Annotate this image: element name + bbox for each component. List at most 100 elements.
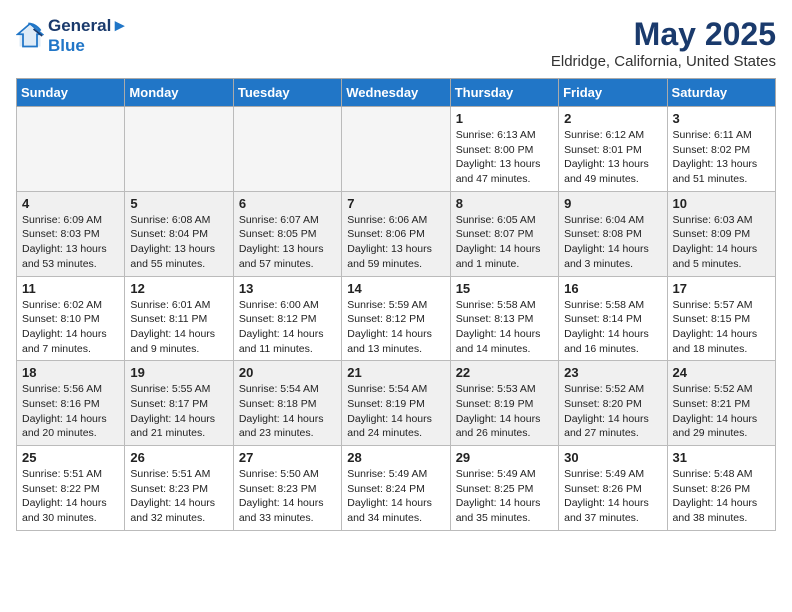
day-info: Sunrise: 5:58 AMSunset: 8:14 PMDaylight:… bbox=[564, 298, 661, 357]
day-info: Sunrise: 6:01 AMSunset: 8:11 PMDaylight:… bbox=[130, 298, 227, 357]
calendar-table: SundayMondayTuesdayWednesdayThursdayFrid… bbox=[16, 78, 776, 531]
day-info: Sunrise: 6:03 AMSunset: 8:09 PMDaylight:… bbox=[673, 213, 770, 272]
day-info: Sunrise: 6:02 AMSunset: 8:10 PMDaylight:… bbox=[22, 298, 119, 357]
day-info: Sunrise: 6:07 AMSunset: 8:05 PMDaylight:… bbox=[239, 213, 336, 272]
day-info: Sunrise: 5:53 AMSunset: 8:19 PMDaylight:… bbox=[456, 382, 553, 441]
day-info: Sunrise: 5:58 AMSunset: 8:13 PMDaylight:… bbox=[456, 298, 553, 357]
day-number: 28 bbox=[347, 450, 444, 465]
calendar-cell bbox=[17, 107, 125, 192]
day-number: 9 bbox=[564, 196, 661, 211]
day-number: 26 bbox=[130, 450, 227, 465]
calendar-cell: 28 Sunrise: 5:49 AMSunset: 8:24 PMDayligh… bbox=[342, 446, 450, 531]
day-number: 1 bbox=[456, 111, 553, 126]
day-info: Sunrise: 6:09 AMSunset: 8:03 PMDaylight:… bbox=[22, 213, 119, 272]
day-number: 21 bbox=[347, 365, 444, 380]
day-number: 6 bbox=[239, 196, 336, 211]
calendar-cell: 21Sunrise: 5:54 AMSunset: 8:19 PMDayligh… bbox=[342, 361, 450, 446]
day-number: 5 bbox=[130, 196, 227, 211]
day-info: Sunrise: 5:49 AMSunset: 8:24 PMDaylight:… bbox=[347, 467, 444, 526]
day-number: 15 bbox=[456, 281, 553, 296]
day-number: 11 bbox=[22, 281, 119, 296]
calendar-cell: 22 Sunrise: 5:53 AMSunset: 8:19 PMDayligh… bbox=[450, 361, 558, 446]
day-info: Sunrise: 6:13 AMSunset: 8:00 PMDaylight:… bbox=[456, 128, 553, 187]
calendar-cell bbox=[125, 107, 233, 192]
calendar-cell: 17 Sunrise: 5:57 AMSunset: 8:15 PMDayligh… bbox=[667, 276, 775, 361]
day-info: Sunrise: 5:55 AMSunset: 8:17 PMDaylight:… bbox=[130, 382, 227, 441]
day-number: 31 bbox=[673, 450, 770, 465]
day-info: Sunrise: 5:51 AMSunset: 8:23 PMDaylight:… bbox=[130, 467, 227, 526]
day-number: 25 bbox=[22, 450, 119, 465]
logo-text: General► Blue bbox=[48, 16, 128, 56]
day-info: Sunrise: 5:56 AMSunset: 8:16 PMDaylight:… bbox=[22, 382, 119, 441]
calendar-cell: 11 Sunrise: 6:02 AMSunset: 8:10 PMDayligh… bbox=[17, 276, 125, 361]
day-info: Sunrise: 6:12 AMSunset: 8:01 PMDaylight:… bbox=[564, 128, 661, 187]
title-block: May 2025 Eldridge, California, United St… bbox=[551, 16, 776, 70]
day-info: Sunrise: 5:52 AMSunset: 8:21 PMDaylight:… bbox=[673, 382, 770, 441]
day-info: Sunrise: 5:49 AMSunset: 8:25 PMDaylight:… bbox=[456, 467, 553, 526]
day-number: 29 bbox=[456, 450, 553, 465]
calendar-cell: 25Sunrise: 5:51 AMSunset: 8:22 PMDayligh… bbox=[17, 446, 125, 531]
day-info: Sunrise: 6:05 AMSunset: 8:07 PMDaylight:… bbox=[456, 213, 553, 272]
day-number: 12 bbox=[130, 281, 227, 296]
location-title: Eldridge, California, United States bbox=[551, 53, 776, 70]
day-number: 23 bbox=[564, 365, 661, 380]
calendar-cell: 7 Sunrise: 6:06 AMSunset: 8:06 PMDaylight… bbox=[342, 191, 450, 276]
day-number: 7 bbox=[347, 196, 444, 211]
day-info: Sunrise: 5:48 AMSunset: 8:26 PMDaylight:… bbox=[673, 467, 770, 526]
calendar-cell: 6 Sunrise: 6:07 AMSunset: 8:05 PMDaylight… bbox=[233, 191, 341, 276]
day-number: 30 bbox=[564, 450, 661, 465]
calendar-cell: 4 Sunrise: 6:09 AMSunset: 8:03 PMDaylight… bbox=[17, 191, 125, 276]
calendar-cell: 24Sunrise: 5:52 AMSunset: 8:21 PMDayligh… bbox=[667, 361, 775, 446]
day-number: 4 bbox=[22, 196, 119, 211]
calendar-cell: 14 Sunrise: 5:59 AMSunset: 8:12 PMDayligh… bbox=[342, 276, 450, 361]
day-info: Sunrise: 6:06 AMSunset: 8:06 PMDaylight:… bbox=[347, 213, 444, 272]
day-info: Sunrise: 6:08 AMSunset: 8:04 PMDaylight:… bbox=[130, 213, 227, 272]
calendar-cell: 29 Sunrise: 5:49 AMSunset: 8:25 PMDayligh… bbox=[450, 446, 558, 531]
calendar-cell: 13Sunrise: 6:00 AMSunset: 8:12 PMDayligh… bbox=[233, 276, 341, 361]
calendar-cell: 10 Sunrise: 6:03 AMSunset: 8:09 PMDayligh… bbox=[667, 191, 775, 276]
page-header: General► Blue May 2025 Eldridge, Califor… bbox=[16, 16, 776, 70]
weekday-header-monday: Monday bbox=[125, 79, 233, 107]
day-number: 27 bbox=[239, 450, 336, 465]
calendar-cell: 2 Sunrise: 6:12 AMSunset: 8:01 PMDaylight… bbox=[559, 107, 667, 192]
logo-icon bbox=[16, 22, 44, 50]
calendar-cell: 9 Sunrise: 6:04 AMSunset: 8:08 PMDaylight… bbox=[559, 191, 667, 276]
calendar-cell: 26 Sunrise: 5:51 AMSunset: 8:23 PMDayligh… bbox=[125, 446, 233, 531]
logo: General► Blue bbox=[16, 16, 128, 56]
calendar-week-row: 4 Sunrise: 6:09 AMSunset: 8:03 PMDaylight… bbox=[17, 191, 776, 276]
day-number: 14 bbox=[347, 281, 444, 296]
day-number: 17 bbox=[673, 281, 770, 296]
day-number: 13 bbox=[239, 281, 336, 296]
calendar-cell: 19 Sunrise: 5:55 AMSunset: 8:17 PMDayligh… bbox=[125, 361, 233, 446]
weekday-header-row: SundayMondayTuesdayWednesdayThursdayFrid… bbox=[17, 79, 776, 107]
day-info: Sunrise: 5:50 AMSunset: 8:23 PMDaylight:… bbox=[239, 467, 336, 526]
weekday-header-sunday: Sunday bbox=[17, 79, 125, 107]
weekday-header-tuesday: Tuesday bbox=[233, 79, 341, 107]
day-info: Sunrise: 5:57 AMSunset: 8:15 PMDaylight:… bbox=[673, 298, 770, 357]
day-info: Sunrise: 5:54 AMSunset: 8:18 PMDaylight:… bbox=[239, 382, 336, 441]
calendar-cell: 5 Sunrise: 6:08 AMSunset: 8:04 PMDaylight… bbox=[125, 191, 233, 276]
calendar-cell: 12 Sunrise: 6:01 AMSunset: 8:11 PMDayligh… bbox=[125, 276, 233, 361]
calendar-cell bbox=[342, 107, 450, 192]
day-number: 19 bbox=[130, 365, 227, 380]
calendar-cell: 1 Sunrise: 6:13 AMSunset: 8:00 PMDaylight… bbox=[450, 107, 558, 192]
day-number: 10 bbox=[673, 196, 770, 211]
day-info: Sunrise: 6:04 AMSunset: 8:08 PMDaylight:… bbox=[564, 213, 661, 272]
calendar-cell: 18Sunrise: 5:56 AMSunset: 8:16 PMDayligh… bbox=[17, 361, 125, 446]
calendar-cell: 23Sunrise: 5:52 AMSunset: 8:20 PMDayligh… bbox=[559, 361, 667, 446]
day-number: 16 bbox=[564, 281, 661, 296]
calendar-cell: 3 Sunrise: 6:11 AMSunset: 8:02 PMDaylight… bbox=[667, 107, 775, 192]
day-number: 20 bbox=[239, 365, 336, 380]
calendar-cell: 15 Sunrise: 5:58 AMSunset: 8:13 PMDayligh… bbox=[450, 276, 558, 361]
calendar-cell: 31 Sunrise: 5:48 AMSunset: 8:26 PMDayligh… bbox=[667, 446, 775, 531]
day-info: Sunrise: 5:49 AMSunset: 8:26 PMDaylight:… bbox=[564, 467, 661, 526]
calendar-cell: 27 Sunrise: 5:50 AMSunset: 8:23 PMDayligh… bbox=[233, 446, 341, 531]
calendar-cell: 8Sunrise: 6:05 AMSunset: 8:07 PMDaylight… bbox=[450, 191, 558, 276]
day-number: 3 bbox=[673, 111, 770, 126]
day-info: Sunrise: 5:59 AMSunset: 8:12 PMDaylight:… bbox=[347, 298, 444, 357]
day-number: 22 bbox=[456, 365, 553, 380]
day-info: Sunrise: 6:11 AMSunset: 8:02 PMDaylight:… bbox=[673, 128, 770, 187]
calendar-cell bbox=[233, 107, 341, 192]
weekday-header-thursday: Thursday bbox=[450, 79, 558, 107]
day-number: 2 bbox=[564, 111, 661, 126]
